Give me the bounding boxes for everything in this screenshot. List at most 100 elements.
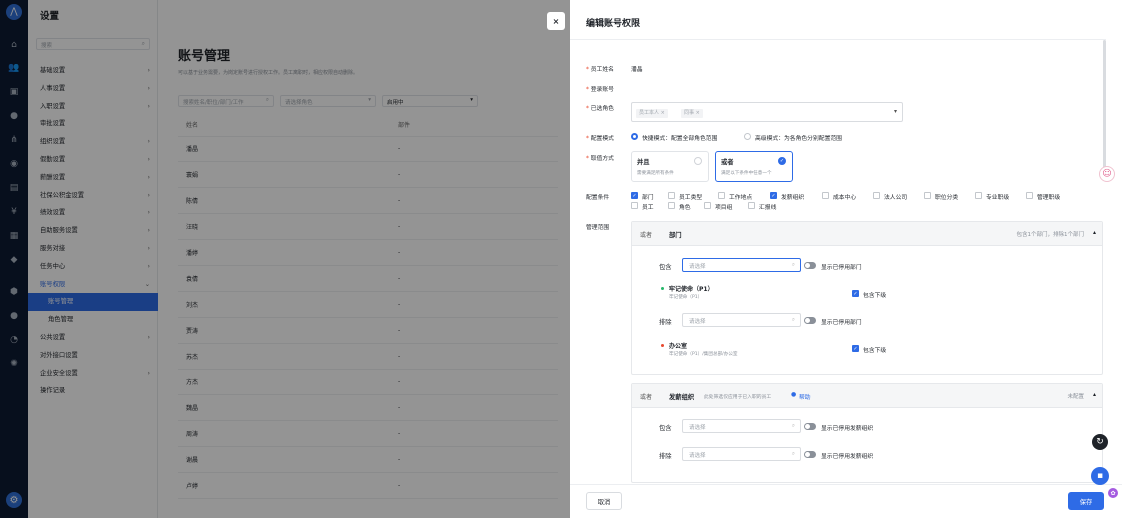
search-icon: ⌕ <box>791 423 795 429</box>
dept-panel-summary: 包含1个部门，排除1个部门 <box>1016 232 1085 238</box>
chat-icon[interactable]: ▪ <box>1091 467 1109 485</box>
dept-panel-header[interactable]: 或者 部门 包含1个部门，排除1个部门 ▴ <box>632 222 1102 246</box>
condition-checkbox[interactable] <box>704 202 711 209</box>
condition-label[interactable]: 发薪组织 <box>781 192 804 201</box>
pay-panel-header[interactable]: 或者 发薪组织 此处筛选仅应用于已入职的员工 ● 帮助 未配置 ▴ <box>632 384 1102 408</box>
close-icon: × <box>552 16 560 26</box>
save-button[interactable]: 保存 <box>1068 492 1104 510</box>
include-sub-checkbox[interactable]: ✓ <box>852 290 859 297</box>
apps-icon[interactable]: ✿ <box>1108 488 1118 498</box>
dept-include-input[interactable]: 请选择 ⌕ <box>682 258 801 272</box>
pay-exclude-placeholder: 请选择 <box>689 453 706 459</box>
mode-quick-label[interactable]: 快捷模式：配置全部角色范围 <box>642 133 717 142</box>
show-disabled-dept-toggle-2[interactable] <box>804 317 816 324</box>
cancel-button[interactable]: 取消 <box>586 492 622 510</box>
exclude-status-dot <box>661 344 664 347</box>
pay-include-label: 包含 <box>659 425 672 432</box>
condition-checkbox[interactable] <box>631 202 638 209</box>
condition-checkbox[interactable] <box>668 202 675 209</box>
divider <box>570 39 1106 40</box>
or-card-subtitle: 满足以下条件中任意一个 <box>721 171 772 176</box>
dept-scope-panel: 或者 部门 包含1个部门，排除1个部门 ▴ 包含 请选择 ⌕ 显示已停用部门 牢记… <box>631 221 1103 375</box>
condition-checkbox[interactable] <box>748 202 755 209</box>
condition-label[interactable]: 成本中心 <box>833 192 856 201</box>
drawer-scrollbar[interactable] <box>1103 40 1106 170</box>
conditions-label: 配置条件 <box>586 192 609 201</box>
employee-name-value: 潘晶 <box>631 67 643 73</box>
mode-label-text: 配置模式 <box>590 136 614 142</box>
dept-panel-title: 部门 <box>669 232 682 239</box>
login-account-label-text: 登录账号 <box>590 87 614 93</box>
condition-label[interactable]: 角色 <box>679 202 691 211</box>
help-link[interactable]: 帮助 <box>799 392 811 401</box>
include-sub-checkbox-2[interactable]: ✓ <box>852 345 859 352</box>
employee-name-label: * 员工姓名 <box>586 67 614 73</box>
condition-checkbox[interactable]: ✓ <box>770 192 777 199</box>
show-disabled-pay-toggle-2[interactable] <box>804 451 816 458</box>
pay-panel-title: 发薪组织 <box>669 394 695 401</box>
condition-label[interactable]: 工作地点 <box>729 192 752 201</box>
login-account-label: * 登录账号 <box>586 87 614 93</box>
dept-exclude-input[interactable]: 请选择 ⌕ <box>682 313 801 327</box>
condition-checkbox[interactable] <box>822 192 829 199</box>
include-status-dot <box>661 287 664 290</box>
include-label: 包含 <box>659 264 672 271</box>
show-disabled-pay-toggle[interactable] <box>804 423 816 430</box>
show-disabled-dept-label: 显示已停用部门 <box>821 265 862 271</box>
condition-checkbox[interactable] <box>873 192 880 199</box>
chevron-up-icon[interactable]: ▴ <box>1093 391 1096 398</box>
conditions-label-text: 配置条件 <box>586 195 610 201</box>
pay-exclude-label: 排除 <box>659 453 672 460</box>
condition-checkbox[interactable] <box>718 192 725 199</box>
roles-label-text: 已选角色 <box>590 106 614 112</box>
chevron-up-icon[interactable]: ▴ <box>1093 229 1096 236</box>
condition-label[interactable]: 职位分类 <box>935 192 958 201</box>
close-drawer-button[interactable]: × <box>547 12 565 30</box>
condition-checkbox[interactable] <box>1026 192 1033 199</box>
included-dept-path: 牢记使命（P1） <box>669 295 703 300</box>
condition-label[interactable]: 项目组 <box>715 202 732 211</box>
roles-label: * 已选角色 <box>586 106 614 112</box>
condition-label[interactable]: 汇报线 <box>759 202 776 211</box>
included-dept-name: 牢记使命（P1） <box>669 286 714 293</box>
pay-panel-hint: 此处筛选仅应用于已入职的员工 <box>704 395 772 400</box>
condition-label[interactable]: 法人公司 <box>884 192 907 201</box>
help-icon[interactable]: ● <box>791 391 796 398</box>
employee-name-label-text: 员工姓名 <box>590 67 614 73</box>
mode-advanced-radio[interactable] <box>744 133 751 140</box>
show-disabled-dept-toggle[interactable] <box>804 262 816 269</box>
condition-checkbox[interactable] <box>668 192 675 199</box>
roles-select[interactable]: 员工本人 × 同事 × ▾ <box>631 102 903 122</box>
role-tag[interactable]: 同事 × <box>681 109 703 118</box>
check-icon: ✓ <box>778 157 786 165</box>
condition-label[interactable]: 专业职级 <box>986 192 1009 201</box>
value-way-label: * 取值方式 <box>586 156 614 162</box>
app: ⋀ ⌂ 👥 ▣ ● ⋔ ◉ ▤ ¥ ▦ ◆ ⬢ ● ◔ ✺ ⚙ 设置 搜索 ⌕ … <box>0 0 1122 518</box>
dept-exclude-placeholder: 请选择 <box>689 319 706 325</box>
pay-panel-summary: 未配置 <box>1067 394 1084 400</box>
pay-include-input[interactable]: 请选择 ⌕ <box>682 419 801 433</box>
value-way-or-card[interactable]: 或者 满足以下条件中任意一个 ✓ <box>715 151 793 182</box>
modal-overlay[interactable] <box>0 0 570 518</box>
condition-checkbox[interactable] <box>975 192 982 199</box>
condition-checkbox[interactable]: ✓ <box>631 192 638 199</box>
condition-label[interactable]: 员工 <box>642 202 654 211</box>
condition-label[interactable]: 管理职级 <box>1037 192 1060 201</box>
value-way-and-card[interactable]: 并且 需要满足所有条件 <box>631 151 709 182</box>
scope-label: 管理范围 <box>586 222 609 231</box>
role-tag[interactable]: 员工本人 × <box>636 109 668 118</box>
pay-exclude-input[interactable]: 请选择 ⌕ <box>682 447 801 461</box>
assistant-avatar-icon[interactable]: ☺ <box>1099 166 1115 182</box>
drawer-footer: 取消 保存 <box>570 484 1122 518</box>
mode-label: * 配置模式 <box>586 136 614 142</box>
ai-helper-icon[interactable]: ↻ <box>1092 434 1108 450</box>
include-sub-label-2: 包含下级 <box>863 348 887 354</box>
dept-include-placeholder: 请选择 <box>689 264 706 270</box>
condition-label[interactable]: 员工类型 <box>679 192 702 201</box>
mode-quick-radio[interactable] <box>631 133 638 140</box>
and-card-subtitle: 需要满足所有条件 <box>637 171 674 176</box>
mode-advanced-label[interactable]: 高级模式：为各角色分别配置范围 <box>755 133 842 142</box>
edit-permission-drawer: 编辑账号权限 * 员工姓名 潘晶 * 登录账号 * 已选角色 员工本人 × 同事… <box>570 0 1122 518</box>
condition-checkbox[interactable] <box>924 192 931 199</box>
condition-label[interactable]: 部门 <box>642 192 654 201</box>
